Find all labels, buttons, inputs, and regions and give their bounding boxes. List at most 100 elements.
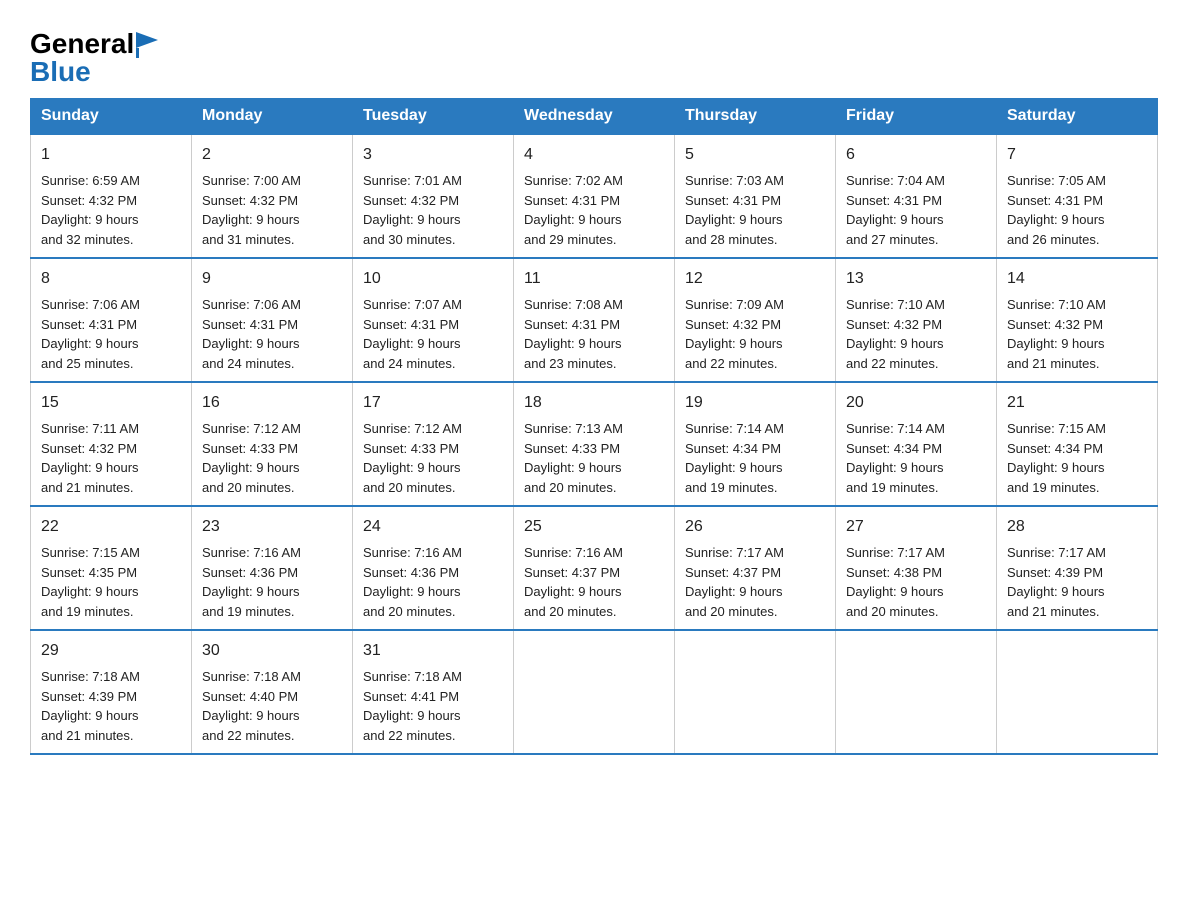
calendar-cell: 31Sunrise: 7:18 AMSunset: 4:41 PMDayligh… (353, 630, 514, 754)
day-number: 10 (363, 267, 503, 291)
daylight-text: Daylight: 9 hours (363, 584, 461, 599)
weekday-header-friday: Friday (836, 99, 997, 135)
daylight-minutes-text: and 20 minutes. (202, 480, 295, 495)
daylight-minutes-text: and 22 minutes. (685, 356, 778, 371)
weekday-header-thursday: Thursday (675, 99, 836, 135)
logo-blue-text: Blue (30, 56, 91, 88)
day-number: 22 (41, 515, 181, 539)
sunrise-text: Sunrise: 7:16 AM (524, 545, 623, 560)
daylight-minutes-text: and 21 minutes. (41, 480, 134, 495)
sunset-text: Sunset: 4:36 PM (202, 565, 298, 580)
daylight-text: Daylight: 9 hours (524, 584, 622, 599)
sunset-text: Sunset: 4:34 PM (846, 441, 942, 456)
daylight-text: Daylight: 9 hours (363, 336, 461, 351)
calendar-cell: 29Sunrise: 7:18 AMSunset: 4:39 PMDayligh… (31, 630, 192, 754)
daylight-text: Daylight: 9 hours (41, 460, 139, 475)
daylight-minutes-text: and 20 minutes. (363, 480, 456, 495)
sunrise-text: Sunrise: 7:09 AM (685, 297, 784, 312)
calendar-cell: 12 Sunrise: 7:09 AM Sunset: 4:32 PM Dayligh… (675, 258, 836, 382)
calendar-cell: 20Sunrise: 7:14 AMSunset: 4:34 PMDayligh… (836, 382, 997, 506)
calendar-table: SundayMondayTuesdayWednesdayThursdayFrid… (30, 98, 1158, 755)
sunset-text: Sunset: 4:41 PM (363, 689, 459, 704)
calendar-cell: 26Sunrise: 7:17 AMSunset: 4:37 PMDayligh… (675, 506, 836, 630)
sunrise-text: Sunrise: 7:18 AM (202, 669, 301, 684)
sunset-text: Sunset: 4:31 PM (41, 317, 137, 332)
logo: General Blue (30, 20, 158, 88)
sunrise-text: Sunrise: 7:06 AM (202, 297, 301, 312)
daylight-text: Daylight: 9 hours (846, 336, 944, 351)
calendar-cell: 8Sunrise: 7:06 AMSunset: 4:31 PMDaylight… (31, 258, 192, 382)
sunset-text: Sunset: 4:32 PM (685, 317, 781, 332)
sunrise-text: Sunrise: 7:15 AM (41, 545, 140, 560)
weekday-header-wednesday: Wednesday (514, 99, 675, 135)
calendar-cell: 30Sunrise: 7:18 AMSunset: 4:40 PMDayligh… (192, 630, 353, 754)
sunrise-text: Sunrise: 7:12 AM (202, 421, 301, 436)
daylight-text: Daylight: 9 hours (846, 460, 944, 475)
daylight-minutes-text: and 20 minutes. (363, 604, 456, 619)
sunrise-text: Sunrise: 7:10 AM (1007, 297, 1106, 312)
sunrise-text: Sunrise: 7:12 AM (363, 421, 462, 436)
daylight-text: Daylight: 9 hours (41, 708, 139, 723)
daylight-minutes-text: and 20 minutes. (524, 480, 617, 495)
daylight-minutes-text: and 30 minutes. (363, 232, 456, 247)
daylight-text: Daylight: 9 hours (41, 212, 139, 227)
calendar-week-row: 22Sunrise: 7:15 AMSunset: 4:35 PMDayligh… (31, 506, 1158, 630)
calendar-cell: 15Sunrise: 7:11 AMSunset: 4:32 PMDayligh… (31, 382, 192, 506)
day-number: 11 (524, 267, 664, 291)
daylight-minutes-text: and 22 minutes. (202, 728, 295, 743)
sunset-text: Sunset: 4:31 PM (524, 193, 620, 208)
sunset-text: Sunset: 4:34 PM (685, 441, 781, 456)
day-number: 28 (1007, 515, 1147, 539)
daylight-text: Daylight: 9 hours (363, 212, 461, 227)
calendar-cell: 24Sunrise: 7:16 AMSunset: 4:36 PMDayligh… (353, 506, 514, 630)
day-number: 12 (685, 267, 825, 291)
daylight-text: Daylight: 9 hours (41, 584, 139, 599)
daylight-text: Daylight: 9 hours (846, 584, 944, 599)
calendar-week-row: 1Sunrise: 6:59 AMSunset: 4:32 PMDaylight… (31, 134, 1158, 258)
sunset-text: Sunset: 4:33 PM (202, 441, 298, 456)
sunset-text: Sunset: 4:32 PM (41, 193, 137, 208)
daylight-text: Daylight: 9 hours (685, 336, 783, 351)
sunset-text: Sunset: 4:40 PM (202, 689, 298, 704)
sunrise-text: Sunrise: 7:16 AM (363, 545, 462, 560)
calendar-cell: 4Sunrise: 7:02 AMSunset: 4:31 PMDaylight… (514, 134, 675, 258)
daylight-minutes-text: and 21 minutes. (1007, 604, 1100, 619)
sunrise-text: Sunrise: 7:05 AM (1007, 173, 1106, 188)
sunset-text: Sunset: 4:32 PM (202, 193, 298, 208)
day-number: 30 (202, 639, 342, 663)
daylight-minutes-text: and 22 minutes. (363, 728, 456, 743)
calendar-cell: 2Sunrise: 7:00 AMSunset: 4:32 PMDaylight… (192, 134, 353, 258)
calendar-cell: 23Sunrise: 7:16 AMSunset: 4:36 PMDayligh… (192, 506, 353, 630)
sunrise-text: Sunrise: 7:18 AM (41, 669, 140, 684)
day-number: 27 (846, 515, 986, 539)
daylight-text: Daylight: 9 hours (202, 584, 300, 599)
day-number: 6 (846, 143, 986, 167)
sunset-text: Sunset: 4:37 PM (685, 565, 781, 580)
daylight-text: Daylight: 9 hours (1007, 336, 1105, 351)
sunset-text: Sunset: 4:39 PM (1007, 565, 1103, 580)
calendar-cell: 19Sunrise: 7:14 AMSunset: 4:34 PMDayligh… (675, 382, 836, 506)
daylight-text: Daylight: 9 hours (41, 336, 139, 351)
day-number: 29 (41, 639, 181, 663)
daylight-text: Daylight: 9 hours (1007, 212, 1105, 227)
daylight-text: Daylight: 9 hours (524, 460, 622, 475)
daylight-minutes-text: and 21 minutes. (1007, 356, 1100, 371)
sunrise-text: Sunrise: 7:04 AM (846, 173, 945, 188)
sunset-text: Sunset: 4:33 PM (363, 441, 459, 456)
daylight-text: Daylight: 9 hours (524, 336, 622, 351)
calendar-cell: 6Sunrise: 7:04 AMSunset: 4:31 PMDaylight… (836, 134, 997, 258)
daylight-minutes-text: and 20 minutes. (846, 604, 939, 619)
day-number: 9 (202, 267, 342, 291)
calendar-cell: 25Sunrise: 7:16 AMSunset: 4:37 PMDayligh… (514, 506, 675, 630)
daylight-minutes-text: and 31 minutes. (202, 232, 295, 247)
daylight-minutes-text: and 20 minutes. (524, 604, 617, 619)
daylight-text: Daylight: 9 hours (202, 460, 300, 475)
sunset-text: Sunset: 4:38 PM (846, 565, 942, 580)
sunset-text: Sunset: 4:32 PM (41, 441, 137, 456)
daylight-text: Daylight: 9 hours (685, 460, 783, 475)
sunrise-text: Sunrise: 7:03 AM (685, 173, 784, 188)
sunrise-text: Sunrise: 7:01 AM (363, 173, 462, 188)
sunrise-text: Sunrise: 7:17 AM (846, 545, 945, 560)
weekday-header-saturday: Saturday (997, 99, 1158, 135)
sunset-text: Sunset: 4:36 PM (363, 565, 459, 580)
